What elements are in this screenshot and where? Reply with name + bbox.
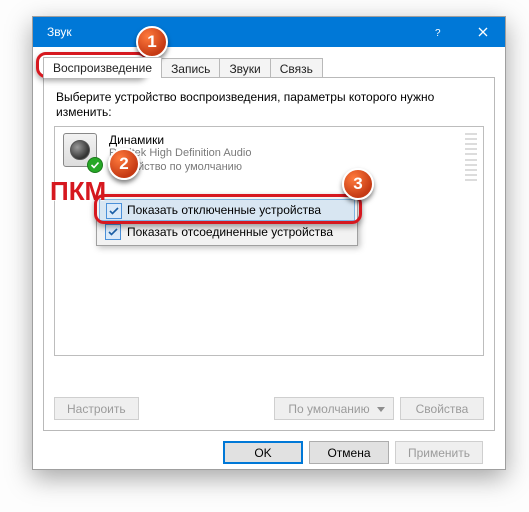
cancel-button[interactable]: Отмена (309, 441, 389, 464)
titlebar[interactable]: Звук ? (33, 17, 505, 47)
ctx-item-label: Показать отключенные устройства (127, 203, 321, 217)
annotation-pkm: ПКМ (50, 176, 106, 207)
ctx-show-disconnected[interactable]: Показать отсоединенные устройства (99, 221, 355, 243)
prompt-text: Выберите устройство воспроизведения, пар… (56, 90, 482, 120)
checkmark-icon (106, 203, 122, 219)
context-menu: Показать отключенные устройства Показать… (96, 196, 358, 246)
default-check-icon (87, 157, 103, 173)
svg-text:?: ? (435, 28, 441, 37)
device-driver: Realtek High Definition Audio (109, 147, 251, 161)
tab-communications[interactable]: Связь (270, 58, 323, 79)
configure-button[interactable]: Настроить (54, 397, 139, 420)
ok-button[interactable]: OK (223, 441, 303, 464)
ctx-item-label: Показать отсоединенные устройства (127, 225, 333, 239)
help-button[interactable]: ? (415, 17, 460, 47)
tabstrip: Воспроизведение Запись Звуки Связь (43, 55, 495, 77)
checkmark-icon (105, 224, 121, 240)
level-meter (465, 133, 477, 181)
apply-button[interactable]: Применить (395, 441, 483, 464)
set-default-button[interactable]: По умолчанию (274, 397, 394, 420)
device-name: Динамики (109, 133, 251, 147)
window-title: Звук (47, 25, 72, 39)
tab-recording[interactable]: Запись (161, 58, 220, 79)
device-status: Устройство по умолчанию (109, 161, 251, 175)
tab-playback[interactable]: Воспроизведение (43, 57, 162, 78)
speaker-icon (63, 133, 99, 169)
tab-sounds[interactable]: Звуки (219, 58, 270, 79)
tab-panel-playback: Выберите устройство воспроизведения, пар… (43, 77, 495, 431)
close-button[interactable] (460, 17, 505, 47)
device-row-speakers[interactable]: Динамики Realtek High Definition Audio У… (55, 127, 483, 181)
ctx-show-disabled[interactable]: Показать отключенные устройства (99, 199, 355, 221)
properties-button[interactable]: Свойства (400, 397, 484, 420)
